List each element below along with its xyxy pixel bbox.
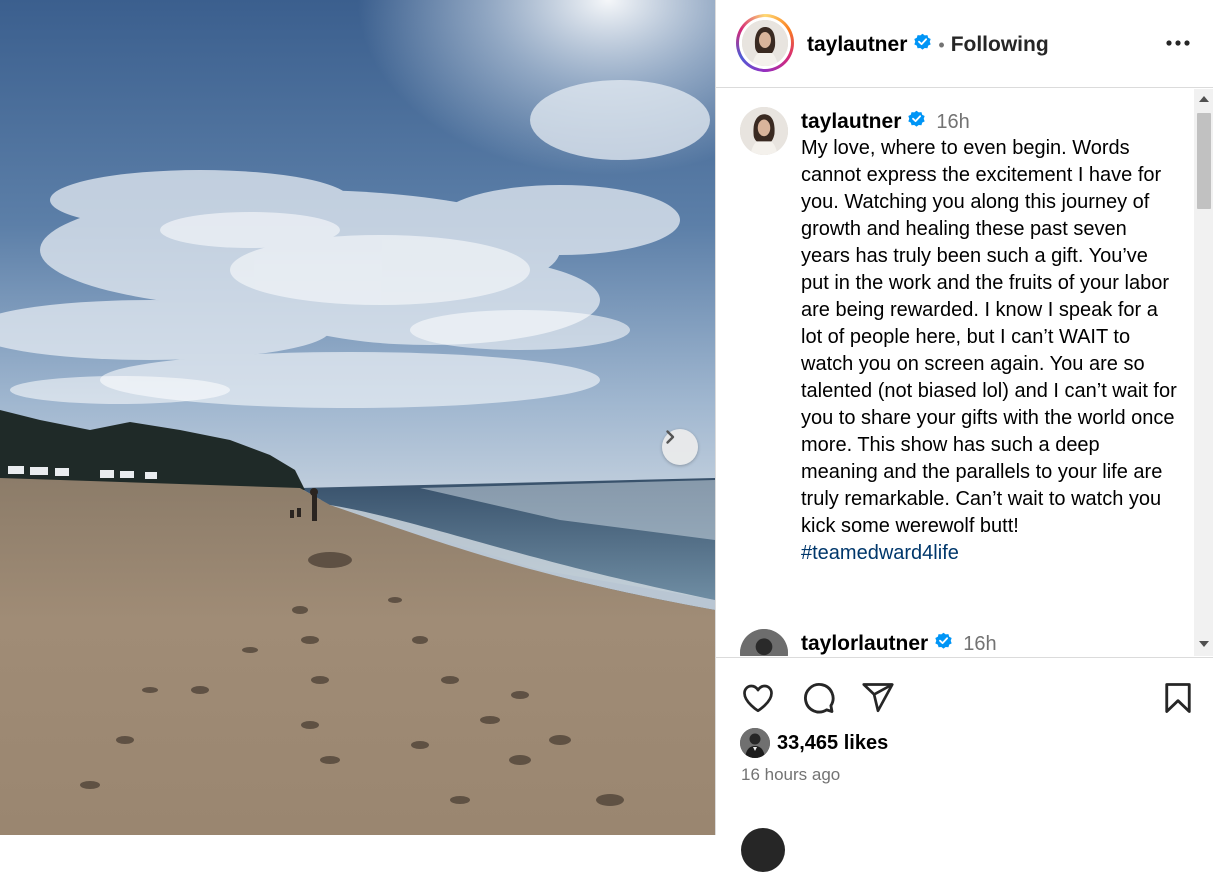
likes-row: 33,465 likes	[740, 728, 888, 758]
comments-section[interactable]: taylautner 16h My love, where to even be…	[716, 89, 1213, 656]
verified-badge-icon	[913, 32, 932, 57]
bookmark-icon	[1165, 683, 1191, 713]
next-photo-button[interactable]	[662, 429, 698, 465]
separator-dot: •	[938, 34, 945, 55]
comment-button[interactable]	[800, 680, 836, 716]
profile-picture	[740, 728, 770, 758]
chevron-right-icon	[666, 430, 675, 444]
caption-text: My love, where to even begin. Words cann…	[801, 137, 1177, 537]
likes-count[interactable]: 33,465 likes	[777, 732, 888, 755]
liker-avatar[interactable]	[740, 728, 770, 758]
scroll-down-arrow-icon[interactable]	[1199, 641, 1209, 647]
like-button[interactable]	[740, 680, 776, 716]
profile-picture	[740, 629, 788, 656]
comment-author-avatar[interactable]	[740, 629, 788, 656]
share-button[interactable]	[860, 680, 896, 716]
profile-picture	[740, 107, 788, 155]
caption-time[interactable]: 16h	[936, 109, 969, 135]
comment-time[interactable]: 16h	[963, 631, 996, 656]
post-photo[interactable]	[0, 0, 715, 835]
profile-picture	[742, 20, 788, 66]
comment-header: taylorlautner 16h	[801, 631, 997, 656]
header-username[interactable]: taylautner	[807, 33, 907, 57]
story-ring[interactable]	[736, 14, 794, 72]
scroll-up-arrow-icon[interactable]	[1199, 96, 1209, 102]
caption-username[interactable]: taylautner	[801, 109, 901, 135]
more-horizontal-icon	[1166, 40, 1190, 46]
comments-scrollbar[interactable]	[1194, 89, 1213, 656]
verified-badge-icon	[907, 109, 926, 135]
post-side-panel: taylautner • Following taylautner 16h My…	[715, 0, 1213, 872]
caption-body: My love, where to even begin. Words cann…	[801, 135, 1181, 567]
caption-header: taylautner 16h	[801, 109, 970, 135]
post-actions: 33,465 likes 16 hours ago	[716, 657, 1213, 872]
hashtag-link[interactable]: #teamedward4life	[801, 540, 1181, 567]
header-user: taylautner • Following	[807, 32, 1049, 57]
post-timestamp[interactable]: 16 hours ago	[741, 765, 840, 785]
caption-author-avatar[interactable]	[740, 107, 788, 155]
heart-icon	[743, 684, 773, 713]
comment-username[interactable]: taylorlautner	[801, 631, 928, 656]
beach-photo	[0, 0, 715, 835]
comment-icon	[804, 683, 835, 714]
verified-badge-icon	[934, 631, 953, 656]
send-icon	[862, 683, 894, 713]
author-avatar[interactable]	[742, 20, 788, 66]
scroll-thumb[interactable]	[1197, 113, 1211, 209]
following-button[interactable]: Following	[951, 33, 1049, 57]
save-button[interactable]	[1160, 680, 1196, 716]
post-header: taylautner • Following	[716, 0, 1213, 88]
more-options-button[interactable]	[1163, 30, 1193, 56]
